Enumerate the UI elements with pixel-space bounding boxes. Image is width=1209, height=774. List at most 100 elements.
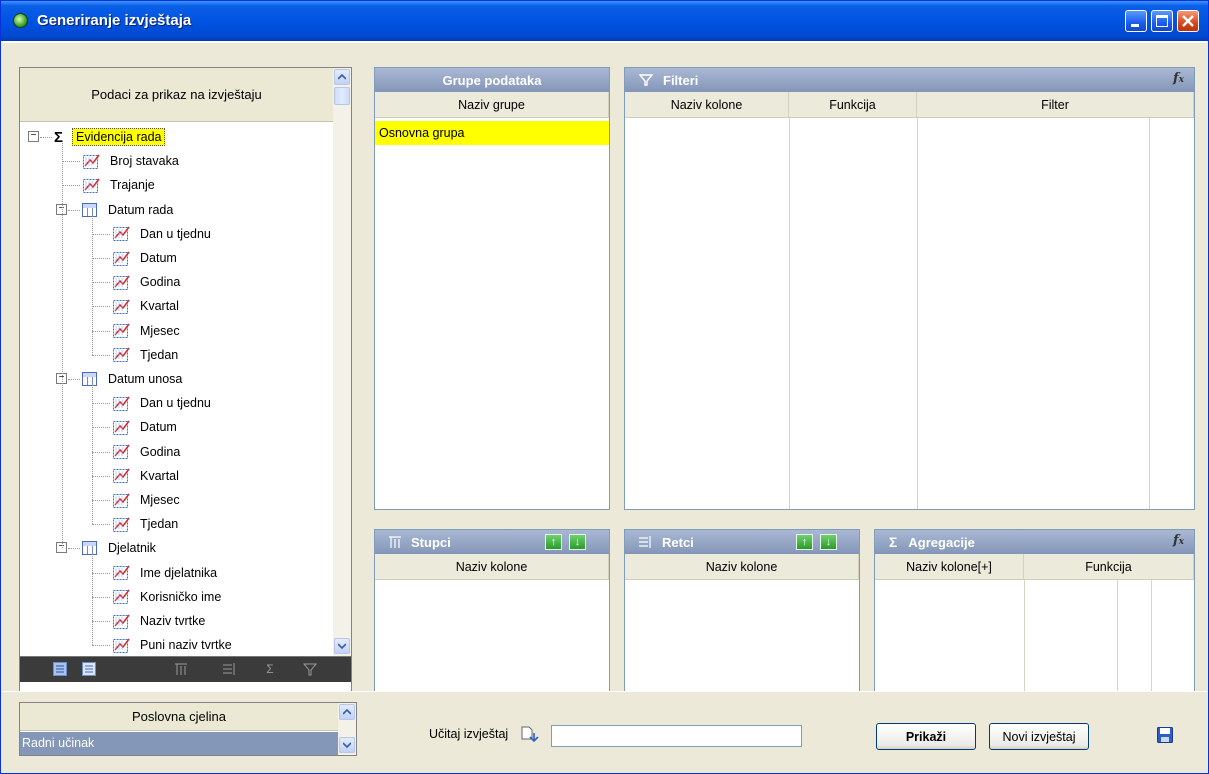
rows-title: Retci [662,534,694,550]
field-icon [113,589,130,605]
title-bar[interactable]: Generiranje izvještaja [1,1,1208,41]
aggregation-column-name-header[interactable]: Naziv kolone[+] [875,554,1024,580]
tree-item-label: Datum [140,251,177,265]
tree-item[interactable]: Datum [112,416,180,438]
table-icon [82,372,97,386]
add-to-filter-icon[interactable] [302,662,318,676]
tree-toolbar: Σ [20,656,351,682]
add-to-aggregation-icon[interactable]: Σ [263,662,277,676]
add-to-rows-icon[interactable] [222,662,236,676]
filter-value-header[interactable]: Filter [917,92,1194,118]
tree-item[interactable]: Puni naziv tvrtke [112,634,235,656]
groups-title: Grupe podataka [375,68,609,92]
tree-item[interactable]: Mjesec [112,320,183,342]
data-tree-panel: Podaci za prikaz na izvještaju Σ Evidenci… [19,67,352,694]
tree-item[interactable]: Mjesec [112,489,183,511]
columns-title: Stupci [411,534,451,550]
table-icon [82,541,97,556]
tree-item-label: Dan u tjednu [140,396,211,411]
move-down-button[interactable]: ↓ [820,534,837,550]
tree-item[interactable]: Djelatnik [82,537,159,559]
aggregation-function-header[interactable]: Funkcija [1024,554,1194,580]
load-report-input[interactable] [551,725,802,747]
filter-column-name-header[interactable]: Naziv kolone [625,92,789,118]
scroll-thumb[interactable] [334,87,350,105]
chevron-down-icon [338,643,346,649]
move-up-button[interactable]: ↑ [796,534,813,550]
tree-item[interactable]: Godina [112,271,183,293]
tree-item-label: Ime djelatnika [140,565,218,580]
business-unit-scrollbar[interactable] [338,703,356,755]
field-icon [113,468,130,484]
function-icon[interactable]: fx [1173,533,1184,548]
rows-title-bar: Retci ↑ ↓ [625,530,859,554]
filter-function-header[interactable]: Funkcija [789,92,917,118]
add-to-columns-icon[interactable] [174,662,188,676]
field-icon [113,565,130,581]
columns-title-bar: Stupci ↑ ↓ [375,530,609,554]
tree-item[interactable]: Kvartal [112,465,182,487]
save-icon[interactable] [1157,727,1173,743]
filters-panel: Filteri fx Naziv kolone Funkcija Filter [624,67,1195,510]
scroll-up-button[interactable] [339,704,355,720]
tree-item[interactable]: Dan u tjednu [112,223,214,245]
tree-item[interactable]: Tjedan [112,513,181,535]
tree-item[interactable]: Datum rada [82,199,176,221]
tree-item-label: Puni naziv tvrtke [140,638,232,653]
field-icon [113,396,130,411]
field-icon [113,420,130,435]
move-up-button[interactable]: ↑ [545,534,562,550]
tree-item-label: Djelatnik [108,541,156,556]
tree-scrollbar[interactable] [333,68,351,656]
tree-item-label: Datum rada [108,202,174,217]
minimize-button[interactable] [1125,10,1147,32]
sigma-icon: Σ [889,534,898,550]
move-down-button[interactable]: ↓ [569,534,586,550]
tree-item[interactable]: Kvartal [112,295,182,317]
app-icon [13,13,28,28]
collapse-all-icon[interactable] [82,662,96,676]
columns-icon [389,536,401,548]
close-button[interactable] [1177,10,1199,32]
group-row[interactable]: Osnovna grupa [375,121,609,145]
tree-item[interactable]: Dan u tjednu [112,392,214,414]
tree-item[interactable]: Ime djelatnika [112,562,220,584]
tree-item[interactable]: Broj stavaka [82,150,182,172]
tree-item[interactable]: Σ Evidencija rada [54,126,166,148]
tree-item[interactable]: Datum [112,247,180,269]
tree-item[interactable]: Datum unosa [82,368,185,390]
tree-item[interactable]: Trajanje [82,174,158,196]
chevron-up-icon [338,74,346,80]
collapse-icon[interactable]: − [28,131,39,142]
tree-item-label: Tjedan [140,347,179,362]
table-icon [82,202,97,217]
filters-title: Filteri [663,72,699,88]
show-button[interactable]: Prikaži [876,723,976,750]
filters-title-bar: Filteri fx [625,68,1194,92]
tree-item[interactable]: Korisničko ime [112,586,224,608]
maximize-button[interactable] [1151,10,1173,32]
expand-all-icon[interactable] [53,662,67,676]
business-unit-list: Poslovna cjelina Radni učinak [19,702,357,756]
field-icon [113,614,130,629]
tree-item[interactable]: Godina [112,441,183,463]
scroll-up-button[interactable] [334,69,350,85]
business-unit-item[interactable]: Radni učinak [20,732,338,755]
tree-item-label: Datum unosa [108,372,183,386]
tree-item[interactable]: Tjedan [112,344,181,366]
field-icon [113,638,130,653]
load-report-icon[interactable] [519,725,539,743]
field-icon [113,299,130,314]
columns-column-name-header[interactable]: Naziv kolone [375,554,609,580]
scroll-down-button[interactable] [334,638,350,654]
rows-icon [639,536,651,548]
group-name-header[interactable]: Naziv grupe [375,92,609,118]
tree-item[interactable]: Naziv tvrtke [112,610,208,632]
function-icon[interactable]: fx [1173,71,1184,86]
new-report-button[interactable]: Novi izvještaj [989,723,1089,750]
load-report-label: Učitaj izvještaj [429,727,509,741]
report-generator-window: Generiranje izvještaja Podaci za prikaz … [0,0,1209,774]
tree-item-label: Godina [140,275,181,290]
rows-column-name-header[interactable]: Naziv kolone [625,554,859,580]
scroll-down-button[interactable] [339,737,355,753]
